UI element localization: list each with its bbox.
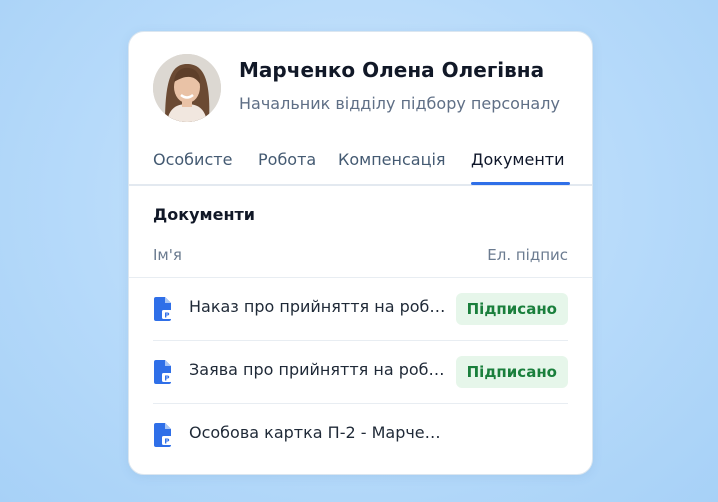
avatar: [153, 54, 221, 122]
document-row[interactable]: P Заява про прийняття на роботу Підписан…: [129, 341, 592, 404]
documents-list: P Наказ про прийняття на роботу Підписан…: [129, 278, 592, 467]
employee-name: Марченко Олена Олегівна: [239, 58, 545, 82]
status-badge: Підписано: [455, 293, 568, 325]
status-badge: Підписано: [455, 356, 568, 388]
svg-text:P: P: [164, 312, 169, 320]
pdf-file-icon: P: [154, 423, 172, 447]
column-header-name: Ім'я: [153, 246, 182, 264]
column-header-signature: Ел. підпис: [487, 246, 568, 264]
section-title: Документи: [153, 205, 255, 224]
active-tab-indicator: [471, 182, 570, 185]
profile-header: Марченко Олена Олегівна Начальник відділ…: [129, 32, 592, 132]
document-name: Наказ про прийняття на роботу: [189, 297, 449, 316]
employee-role: Начальник відділу підбору персоналу: [239, 94, 560, 113]
tab-documents[interactable]: Документи: [471, 150, 565, 169]
svg-text:P: P: [164, 438, 169, 446]
employee-card: Марченко Олена Олегівна Начальник відділ…: [128, 31, 593, 475]
pdf-file-icon: P: [154, 297, 172, 321]
document-name: Заява про прийняття на роботу: [189, 360, 449, 379]
svg-text:P: P: [164, 375, 169, 383]
pdf-file-icon: P: [154, 360, 172, 384]
document-row[interactable]: P Особова картка П-2 - Марченко Олена Ол…: [129, 404, 592, 467]
document-name: Особова картка П-2 - Марченко Олена Олег…: [189, 423, 449, 442]
tab-compensation[interactable]: Компенсація: [338, 150, 446, 169]
document-row[interactable]: P Наказ про прийняття на роботу Підписан…: [129, 278, 592, 341]
tab-work[interactable]: Робота: [258, 150, 316, 169]
avatar-photo-icon: [153, 54, 221, 122]
tab-personal[interactable]: Особисте: [153, 150, 232, 169]
tab-bar: Особисте Робота Компенсація Документи: [129, 144, 592, 186]
